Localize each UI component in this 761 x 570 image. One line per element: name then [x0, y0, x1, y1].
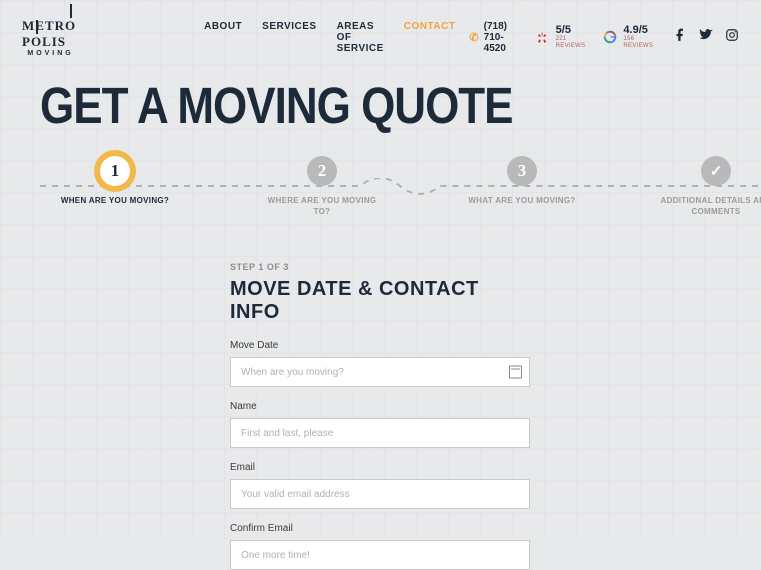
yelp-score: 5/5 [556, 24, 590, 36]
calendar-icon[interactable] [509, 366, 522, 379]
logo-text: METROPOLIS [22, 18, 79, 50]
step-1[interactable]: 1 WHEN ARE YOU MOVING? [55, 156, 175, 207]
instagram-icon [725, 28, 739, 42]
step-indicator: 1 WHEN ARE YOU MOVING? 2 WHERE ARE YOU M… [40, 156, 721, 236]
step-3-circle: 3 [507, 156, 537, 186]
name-label: Name [230, 401, 530, 412]
nav-areas[interactable]: AREAS OF SERVICE [337, 21, 384, 54]
step-3-label: WHAT ARE YOU MOVING? [462, 196, 582, 207]
google-count: 156 REVIEWS [623, 36, 657, 49]
page-title: GET A MOVING QUOTE [40, 78, 721, 136]
main-content: GET A MOVING QUOTE 1 WHEN ARE YOU MOVING… [0, 58, 761, 570]
nav-contact[interactable]: CONTACT [404, 21, 456, 54]
step-1-label: WHEN ARE YOU MOVING? [55, 196, 175, 207]
social-links [673, 28, 739, 47]
confirm-email-input[interactable] [230, 540, 530, 570]
email-input[interactable] [230, 479, 530, 509]
step-4[interactable]: ADDITIONAL DETAILS AND COMMENTS [656, 156, 761, 218]
google-review[interactable]: 4.9/5 156 REVIEWS [603, 24, 657, 49]
field-move-date: Move Date [230, 340, 530, 387]
reviews: 5/5 221 REVIEWS 4.9/5 156 REVIEWS [535, 24, 657, 49]
move-date-input[interactable] [230, 357, 530, 387]
step-3[interactable]: 3 WHAT ARE YOU MOVING? [462, 156, 582, 207]
name-input[interactable] [230, 418, 530, 448]
yelp-icon [535, 28, 549, 46]
phone-link[interactable]: ✆ (718) 710-4520 [469, 21, 517, 54]
instagram-link[interactable] [725, 28, 739, 47]
twitter-link[interactable] [699, 28, 713, 47]
phone-icon: ✆ [469, 31, 478, 44]
facebook-icon [673, 28, 687, 42]
field-name: Name [230, 401, 530, 448]
phone-number: (718) 710-4520 [484, 21, 518, 54]
yelp-count: 221 REVIEWS [556, 36, 590, 49]
yelp-review[interactable]: 5/5 221 REVIEWS [535, 24, 589, 49]
logo-subtext: MOVING [27, 50, 73, 57]
header: METROPOLIS MOVING ABOUT SERVICES AREAS O… [0, 0, 761, 58]
field-confirm-email: Confirm Email [230, 523, 530, 570]
step-counter: STEP 1 OF 3 [230, 262, 530, 272]
confirm-email-label: Confirm Email [230, 523, 530, 534]
twitter-icon [699, 28, 713, 42]
step-2-label: WHERE ARE YOU MOVING TO? [262, 196, 382, 218]
quote-form: STEP 1 OF 3 MOVE DATE & CONTACT INFO Mov… [230, 262, 530, 570]
step-4-circle [701, 156, 731, 186]
field-email: Email [230, 462, 530, 509]
step-1-circle: 1 [100, 156, 130, 186]
facebook-link[interactable] [673, 28, 687, 47]
form-heading: MOVE DATE & CONTACT INFO [230, 278, 530, 324]
logo[interactable]: METROPOLIS MOVING [22, 18, 79, 57]
move-date-label: Move Date [230, 340, 530, 351]
google-icon [603, 28, 617, 46]
email-label: Email [230, 462, 530, 473]
nav-services[interactable]: SERVICES [262, 21, 316, 54]
main-nav: ABOUT SERVICES AREAS OF SERVICE CONTACT [204, 21, 455, 54]
step-4-label: ADDITIONAL DETAILS AND COMMENTS [656, 196, 761, 218]
step-2-circle: 2 [307, 156, 337, 186]
nav-about[interactable]: ABOUT [204, 21, 242, 54]
google-score: 4.9/5 [623, 24, 657, 36]
step-2[interactable]: 2 WHERE ARE YOU MOVING TO? [262, 156, 382, 218]
